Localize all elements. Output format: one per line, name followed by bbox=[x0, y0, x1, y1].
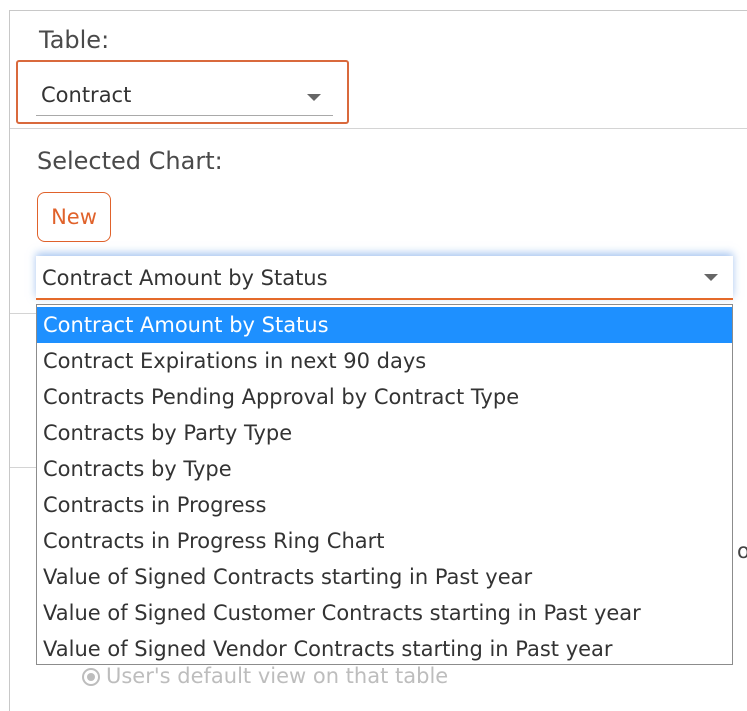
chart-option[interactable]: Contracts in Progress Ring Chart bbox=[37, 523, 732, 559]
chart-option[interactable]: Contracts in Progress bbox=[37, 487, 732, 523]
table-select-value: Contract bbox=[41, 83, 132, 107]
divider bbox=[10, 128, 747, 129]
divider bbox=[10, 313, 38, 314]
partial-text: o bbox=[737, 539, 747, 563]
chart-select[interactable]: Contract Amount by Status bbox=[36, 256, 733, 300]
new-chart-button[interactable]: New bbox=[37, 192, 111, 242]
chart-option[interactable]: Value of Signed Customer Contracts start… bbox=[37, 595, 732, 631]
table-select[interactable]: Contract bbox=[36, 78, 333, 116]
radio-icon bbox=[82, 668, 100, 686]
chart-option[interactable]: Contracts by Party Type bbox=[37, 415, 732, 451]
chart-dropdown-list[interactable]: Contract Amount by Status Contract Expir… bbox=[36, 304, 733, 665]
default-view-radio-label: User's default view on that table bbox=[106, 664, 449, 688]
chart-option[interactable]: Contracts Pending Approval by Contract T… bbox=[37, 379, 732, 415]
chart-select-value: Contract Amount by Status bbox=[42, 266, 328, 290]
table-label: Table: bbox=[39, 26, 110, 54]
chevron-down-icon bbox=[704, 274, 718, 281]
chart-option[interactable]: Contracts by Type bbox=[37, 451, 732, 487]
divider bbox=[10, 467, 38, 468]
chart-option[interactable]: Contract Expirations in next 90 days bbox=[37, 343, 732, 379]
chart-option[interactable]: Value of Signed Contracts starting in Pa… bbox=[37, 559, 732, 595]
chevron-down-icon bbox=[307, 94, 321, 101]
selected-chart-label: Selected Chart: bbox=[37, 147, 223, 175]
default-view-radio[interactable]: User's default view on that table bbox=[82, 664, 448, 688]
chart-option[interactable]: Value of Signed Vendor Contracts startin… bbox=[37, 631, 732, 667]
chart-option[interactable]: Contract Amount by Status bbox=[37, 307, 732, 343]
